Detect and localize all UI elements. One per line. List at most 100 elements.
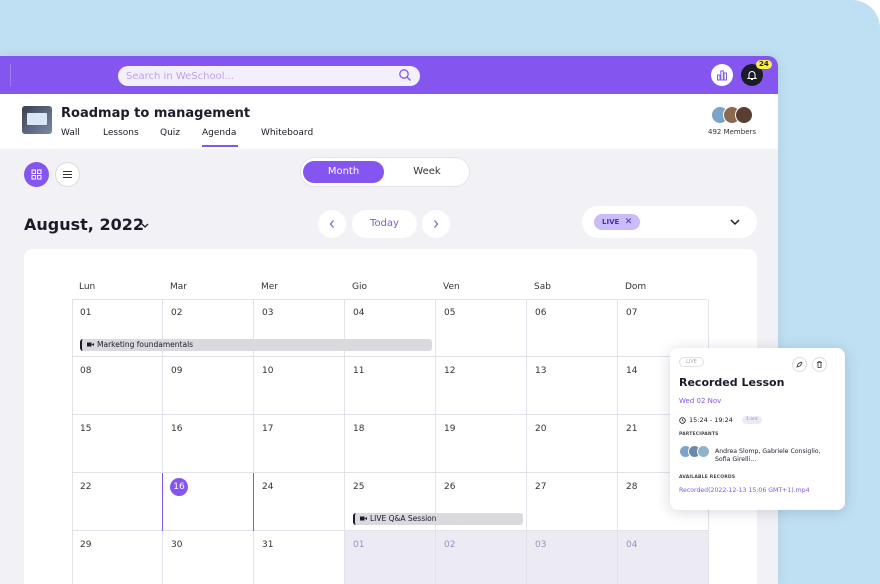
calendar-day-cell[interactable]: 16 — [163, 473, 254, 531]
calendar-day-cell[interactable]: 04 — [618, 531, 709, 584]
calendar-day-cell[interactable]: 24 — [254, 473, 345, 531]
day-number: 18 — [353, 424, 365, 434]
calendar-day-cell[interactable]: 12 — [436, 357, 527, 415]
participants-label: PARTECIPANTS — [679, 432, 719, 437]
group-thumbnail — [22, 106, 52, 134]
grid-line — [72, 299, 707, 300]
day-number: 14 — [626, 366, 638, 376]
calendar-day-cell[interactable]: 01 — [345, 531, 436, 584]
video-icon — [360, 513, 367, 525]
calendar-event[interactable]: Marketing foundamentals — [80, 339, 432, 351]
calendar-day-cell[interactable]: 02 — [436, 531, 527, 584]
search-icon — [399, 69, 411, 81]
record-link[interactable]: Recorded(2022-12-13 15:06 GMT+1).mp4 — [679, 487, 810, 494]
day-number: 25 — [353, 482, 365, 492]
avatar — [735, 106, 753, 124]
calendar-day-cell[interactable]: 05 — [436, 299, 527, 357]
day-number: 01 — [80, 308, 92, 318]
calendar-day-cell[interactable]: 16 — [163, 415, 254, 473]
calendar-day-cell[interactable]: 06 — [527, 299, 618, 357]
live-badge: LIVE — [679, 357, 704, 367]
day-number: 11 — [353, 366, 365, 376]
calendar-day-cell[interactable]: 22 — [72, 473, 163, 531]
filter-select[interactable]: LIVE ✕ — [582, 206, 757, 238]
day-number: 12 — [444, 366, 456, 376]
list-view-button[interactable] — [55, 162, 80, 187]
day-number: 17 — [262, 424, 274, 434]
grid-view-button[interactable] — [24, 162, 49, 187]
calendar-day-cell[interactable]: 13 — [527, 357, 618, 415]
day-number: 03 — [262, 308, 274, 318]
day-number: 30 — [171, 540, 183, 550]
segment-week[interactable]: Week — [401, 161, 453, 183]
calendar-day-cell[interactable]: 18 — [345, 415, 436, 473]
calendar-day-cell[interactable]: 11 — [345, 357, 436, 415]
participants-names: Andrea Slomp, Gabriele Consiglio, Sofia … — [715, 448, 821, 463]
calendar-day-cell[interactable]: 27 — [527, 473, 618, 531]
calendar-day-cell[interactable]: 30 — [163, 531, 254, 584]
calendar-day-cell[interactable]: 20 — [527, 415, 618, 473]
day-number: 29 — [80, 540, 92, 550]
filter-chip[interactable]: LIVE ✕ — [594, 214, 641, 230]
clock-icon — [679, 416, 686, 424]
chevron-left-icon — [329, 220, 334, 228]
calendar-day-cell[interactable]: 17 — [254, 415, 345, 473]
day-number: 13 — [535, 366, 547, 376]
participants-avatars — [679, 445, 713, 459]
list-icon — [63, 171, 72, 178]
view-segment: Month Week — [300, 157, 470, 187]
weekday-header: Sab — [534, 282, 551, 292]
day-number: 10 — [262, 366, 274, 376]
day-number: 04 — [353, 308, 365, 318]
calendar-day-cell[interactable]: 31 — [254, 531, 345, 584]
day-number: 02 — [444, 540, 456, 550]
calendar-day-cell[interactable]: 19 — [436, 415, 527, 473]
chevron-down-icon[interactable] — [140, 222, 150, 230]
close-icon[interactable]: ✕ — [625, 217, 633, 227]
day-number: 08 — [80, 366, 92, 376]
calendar-day-cell[interactable]: 29 — [72, 531, 163, 584]
month-label[interactable]: August, 2022 — [24, 215, 144, 234]
grid-line — [72, 299, 73, 584]
today-marker — [253, 473, 254, 531]
today-button[interactable]: Today — [352, 210, 417, 238]
tab-quiz[interactable]: Quiz — [160, 127, 202, 147]
tab-agenda[interactable]: Agenda — [202, 127, 238, 147]
search-input[interactable]: Search in WeSchool... — [118, 66, 420, 86]
weekday-header: Ven — [443, 282, 460, 292]
chevron-down-icon[interactable] — [729, 217, 741, 227]
edit-button[interactable] — [792, 357, 807, 372]
prev-month-button[interactable] — [318, 210, 346, 238]
chart-button[interactable] — [711, 64, 733, 86]
segment-month[interactable]: Month — [303, 161, 384, 183]
tab-whiteboard[interactable]: Whiteboard — [261, 127, 313, 147]
tab-lessons[interactable]: Lessons — [103, 127, 160, 147]
day-number: 27 — [535, 482, 547, 492]
day-number: 04 — [626, 540, 638, 550]
tab-wall[interactable]: Wall — [61, 127, 103, 147]
calendar-day-cell[interactable]: 15 — [72, 415, 163, 473]
bell-icon — [746, 71, 758, 80]
time-range: 15:24 - 19:24 — [689, 416, 733, 424]
duration-pill: 1 ora — [741, 416, 762, 424]
day-number: 02 — [171, 308, 183, 318]
next-month-button[interactable] — [422, 210, 450, 238]
calendar-event[interactable]: LIVE Q&A Session — [353, 513, 523, 525]
calendar-day-cell[interactable]: 09 — [163, 357, 254, 415]
delete-button[interactable] — [812, 357, 827, 372]
day-number: 31 — [262, 540, 274, 550]
calendar-day-cell[interactable]: 10 — [254, 357, 345, 415]
chart-icon — [717, 70, 727, 81]
pencil-icon — [796, 361, 803, 368]
app-window: Search in WeSchool... 24 Roadmap to mana… — [0, 56, 778, 584]
calendar-day-cell[interactable]: 03 — [527, 531, 618, 584]
day-number: 19 — [444, 424, 456, 434]
calendar-day-cell[interactable]: 08 — [72, 357, 163, 415]
day-number: 03 — [535, 540, 547, 550]
members-avatars[interactable] — [711, 106, 753, 124]
grid-icon — [31, 169, 42, 180]
weekday-header: Lun — [79, 282, 96, 292]
popup-date: Wed 02 Nov — [679, 397, 722, 405]
day-number: 06 — [535, 308, 547, 318]
more-icon[interactable]: ··· — [229, 105, 244, 120]
